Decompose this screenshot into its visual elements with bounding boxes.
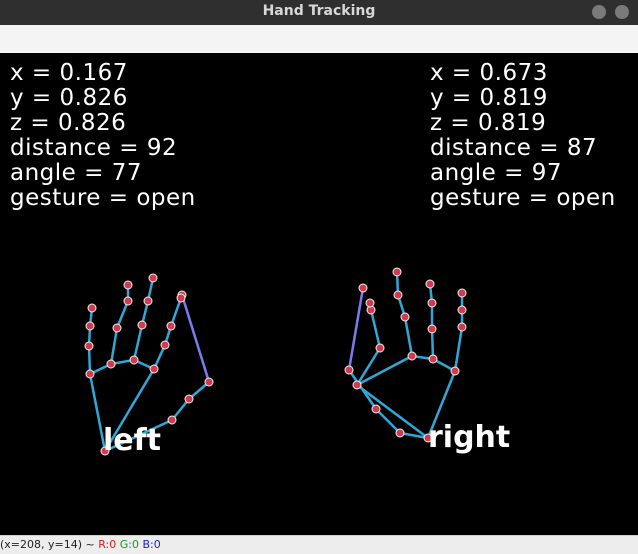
right-hand-bone <box>403 316 414 357</box>
left-hand-joint <box>112 323 122 333</box>
right-hand-joint <box>450 366 460 376</box>
right-hand-joint <box>371 404 381 414</box>
left-hand-bone <box>109 327 119 365</box>
left-hand-joint <box>148 273 158 283</box>
right-hand-bone <box>356 383 429 440</box>
right-hand-joint <box>425 279 435 289</box>
left-hand-joint <box>123 296 133 306</box>
left-hand-joint <box>85 369 95 379</box>
status-g: G:0 <box>119 538 139 551</box>
right-hand-bone <box>375 408 401 434</box>
right-hand-bone <box>430 328 435 360</box>
right-hand-bone <box>347 287 365 371</box>
right-hand-joint <box>344 365 354 375</box>
left-hand-joint <box>204 377 214 387</box>
left-hand-joint <box>167 415 177 425</box>
right-hand-joint <box>457 305 467 315</box>
left-hand-label: left <box>103 423 162 458</box>
left-hand-joint <box>176 293 186 303</box>
right-hand-joint <box>427 298 437 308</box>
status-b: B:0 <box>142 538 161 551</box>
toolbar <box>0 25 638 53</box>
left-hand-joint <box>106 359 116 369</box>
left-hand-joint <box>137 320 147 330</box>
right-hand-joint <box>457 322 467 332</box>
left-hand-joint <box>85 321 95 331</box>
hand-skeleton-overlay <box>84 267 467 456</box>
minimize-button[interactable] <box>592 5 606 19</box>
right-hand-joint <box>428 354 438 364</box>
right-hand-joint <box>352 380 362 390</box>
left-hand-joint <box>184 394 194 404</box>
right-hand-bone <box>369 309 382 349</box>
right-hand-skeleton <box>344 267 467 443</box>
left-hand-joint <box>160 340 170 350</box>
right-hand-joint <box>375 343 385 353</box>
right-hand-joint <box>392 267 402 277</box>
status-coords: (x=208, y=14) ~ <box>0 538 99 551</box>
right-hand-bone <box>453 326 464 372</box>
left-hand-joint <box>87 303 97 313</box>
left-hand-joint <box>149 364 159 374</box>
title-bar: Hand Tracking <box>0 0 638 25</box>
left-hand-joint <box>84 341 94 351</box>
window-title: Hand Tracking <box>262 3 376 19</box>
right-hand-joint <box>457 288 467 298</box>
left-hand-joint <box>143 296 153 306</box>
left-hand-joint <box>166 321 176 331</box>
right-hand-joint <box>395 428 405 438</box>
right-hand-joint <box>400 312 410 322</box>
right-hand-joint <box>358 283 368 293</box>
right-hand-joint <box>365 298 375 308</box>
status-r: R:0 <box>98 538 117 551</box>
right-hand-joint <box>427 324 437 334</box>
close-button[interactable] <box>615 5 629 19</box>
left-hand-bone <box>180 294 211 383</box>
right-hand-label: right <box>428 420 511 455</box>
left-hand-joint <box>123 280 133 290</box>
right-hand-joint <box>407 351 417 361</box>
left-hand-bone <box>132 324 144 361</box>
left-hand-joint <box>129 355 139 365</box>
status-bar: (x=208, y=14) ~ R:0 G:0 B:0 <box>0 535 638 554</box>
right-hand-joint <box>393 290 403 300</box>
video-canvas: x = 0.167 y = 0.826 z = 0.826 distance =… <box>0 53 638 535</box>
